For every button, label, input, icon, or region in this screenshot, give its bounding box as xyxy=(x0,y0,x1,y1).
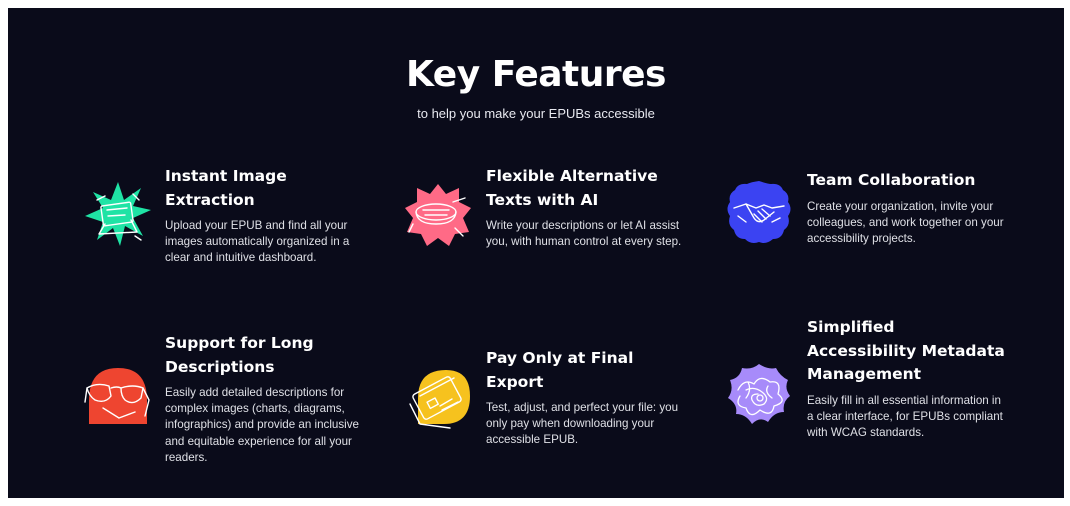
features-section: Key Features to help you make your EPUBs… xyxy=(8,8,1064,498)
feature-description: Test, adjust, and perfect your file: you… xyxy=(486,401,679,447)
feature-card-team-collaboration: Team Collaboration Create your organizat… xyxy=(807,169,1007,247)
feature-card-image-extraction: Instant Image Extraction Upload your EPU… xyxy=(165,165,365,267)
image-extraction-icon xyxy=(83,180,153,250)
feature-card-ai-alt-text: Flexible Alternative Texts with AI Write… xyxy=(486,165,686,250)
page-title: Key Features xyxy=(406,54,666,95)
feature-description: Create your organization, invite your co… xyxy=(807,199,1004,245)
feature-card-pay-at-export: Pay Only at Final Export Test, adjust, a… xyxy=(486,347,686,449)
feature-card-long-descriptions: Support for Long Descriptions Easily add… xyxy=(165,332,365,466)
feature-description: Write your descriptions or let AI assist… xyxy=(486,219,682,249)
credit-card-icon xyxy=(406,362,476,432)
page-subtitle: to help you make your EPUBs accessible xyxy=(417,106,655,121)
feature-title: Instant Image Extraction xyxy=(165,167,287,209)
feature-description: Upload your EPUB and find all your image… xyxy=(165,219,350,265)
feature-title: Simplified Accessibility Metadata Manage… xyxy=(807,318,1005,383)
handshake-icon xyxy=(724,178,794,248)
feature-description: Easily fill in all essential information… xyxy=(807,393,1003,439)
feature-title: Support for Long Descriptions xyxy=(165,334,314,376)
feature-title: Flexible Alternative Texts with AI xyxy=(486,167,658,209)
feature-description: Easily add detailed descriptions for com… xyxy=(165,386,359,464)
metadata-scribble-icon xyxy=(724,360,794,430)
ai-alt-text-icon xyxy=(403,180,473,250)
feature-card-metadata-management: Simplified Accessibility Metadata Manage… xyxy=(807,316,1007,441)
feature-title: Pay Only at Final Export xyxy=(486,349,634,391)
glasses-icon xyxy=(83,360,153,430)
feature-title: Team Collaboration xyxy=(807,171,976,189)
